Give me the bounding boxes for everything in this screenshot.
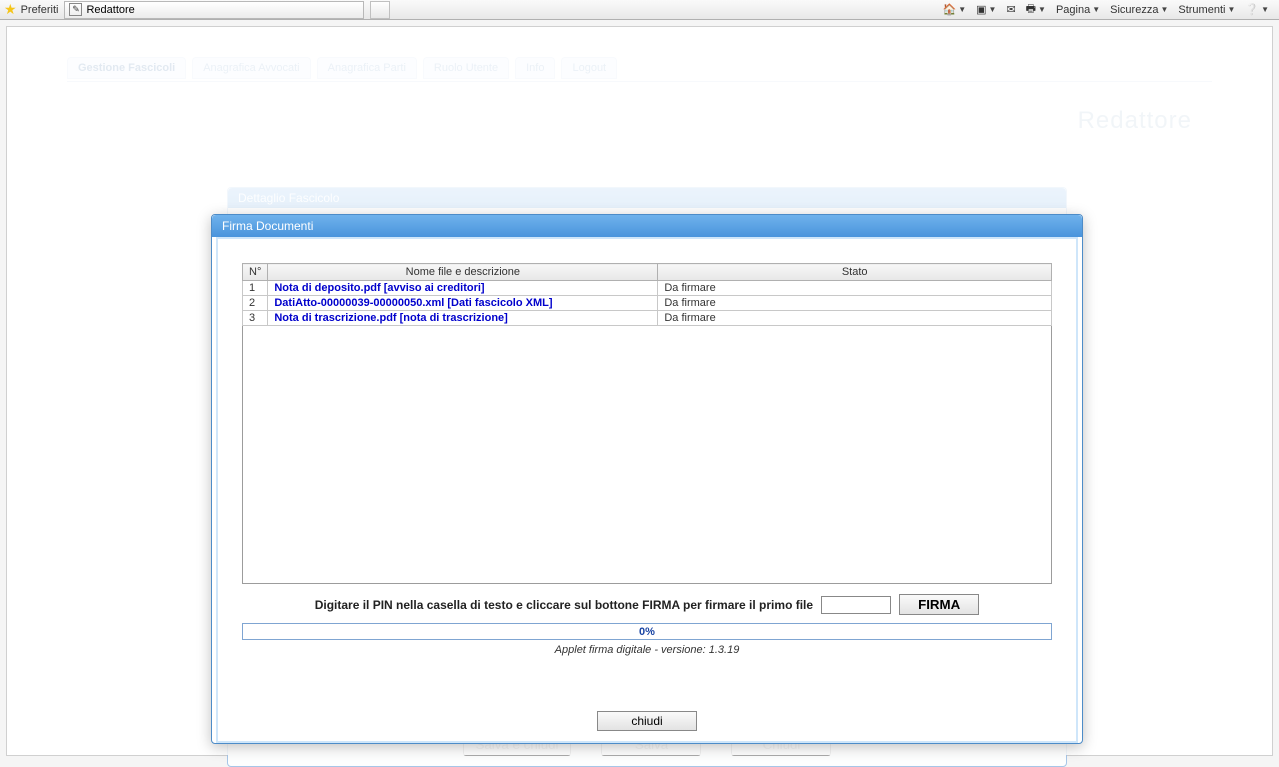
file-link[interactable]: DatiAtto-00000039-00000050.xml [Dati fas…	[274, 297, 552, 309]
app-nav-tabs: Gestione Fascicoli Anagrafica Avvocati A…	[67, 57, 1212, 82]
mail-button[interactable]: ✉	[1006, 3, 1015, 16]
security-menu[interactable]: Sicurezza▼	[1110, 4, 1168, 16]
print-icon: 🖶	[1026, 0, 1036, 19]
row-num: 2	[243, 296, 268, 311]
file-table: N° Nome file e descrizione Stato 1 Nota …	[242, 263, 1052, 326]
firma-documenti-modal: Firma Documenti N° Nome file e descrizio…	[211, 214, 1083, 744]
pin-row: Digitare il PIN nella casella di testo e…	[242, 594, 1052, 615]
home-button[interactable]: 🏠▼	[942, 3, 966, 16]
browser-toolbar: ★ Preferiti ✎ Redattore 🏠▼ ▣▼ ✉ 🖶▼ Pagin…	[0, 0, 1279, 20]
tab-logout[interactable]: Logout	[561, 57, 617, 79]
pin-input[interactable]	[821, 596, 891, 614]
row-status: Da firmare	[658, 311, 1052, 326]
row-num: 3	[243, 311, 268, 326]
row-num: 1	[243, 281, 268, 296]
tab-ruolo-utente[interactable]: Ruolo Utente	[423, 57, 509, 79]
help-button[interactable]: ❔▼	[1245, 3, 1269, 16]
table-row: 3 Nota di trascrizione.pdf [nota di tras…	[243, 311, 1052, 326]
progress-bar: 0%	[242, 623, 1052, 640]
row-status: Da firmare	[658, 296, 1052, 311]
applet-version-label: Applet firma digitale - versione: 1.3.19	[242, 644, 1052, 656]
mail-icon: ✉	[1006, 3, 1015, 16]
help-icon: ❔	[1245, 3, 1259, 16]
page-icon: ✎	[69, 3, 82, 16]
new-tab-button[interactable]	[370, 1, 390, 19]
tab-anagrafica-avvocati[interactable]: Anagrafica Avvocati	[192, 57, 310, 79]
star-icon: ★	[4, 1, 17, 18]
rss-icon: ▣	[976, 3, 986, 16]
table-row: 1 Nota di deposito.pdf [avviso ai credit…	[243, 281, 1052, 296]
modal-title: Firma Documenti	[212, 215, 1082, 237]
row-status: Da firmare	[658, 281, 1052, 296]
tab-anagrafica-parti[interactable]: Anagrafica Parti	[317, 57, 417, 79]
dettaglio-header: Dettaglio Fascicolo	[228, 188, 1066, 208]
tab-info[interactable]: Info	[515, 57, 555, 79]
firma-button[interactable]: FIRMA	[899, 594, 979, 615]
page-menu[interactable]: Pagina▼	[1056, 4, 1100, 16]
col-header-status: Stato	[658, 264, 1052, 281]
app-logo-text: Redattore	[1078, 107, 1192, 135]
home-icon: 🏠	[942, 3, 956, 16]
feeds-button[interactable]: ▣▼	[976, 3, 996, 16]
favorites-label: Preferiti	[21, 4, 59, 16]
file-link[interactable]: Nota di deposito.pdf [avviso ai creditor…	[274, 282, 484, 294]
col-header-num: N°	[243, 264, 268, 281]
command-bar: 🏠▼ ▣▼ ✉ 🖶▼ Pagina▼ Sicurezza▼ Strumenti▼…	[942, 0, 1275, 19]
file-link[interactable]: Nota di trascrizione.pdf [nota di trascr…	[274, 312, 507, 324]
table-row: 2 DatiAtto-00000039-00000050.xml [Dati f…	[243, 296, 1052, 311]
print-button[interactable]: 🖶▼	[1026, 0, 1046, 19]
modal-close-button[interactable]: chiudi	[597, 711, 697, 731]
tab-title: Redattore	[86, 4, 134, 16]
table-empty-area	[242, 326, 1052, 584]
tools-menu[interactable]: Strumenti▼	[1178, 4, 1235, 16]
tab-gestione[interactable]: Gestione Fascicoli	[67, 57, 186, 79]
pin-instruction: Digitare il PIN nella casella di testo e…	[315, 598, 813, 612]
col-header-name: Nome file e descrizione	[268, 264, 658, 281]
favorites-button[interactable]: ★ Preferiti	[4, 1, 58, 18]
browser-tab[interactable]: ✎ Redattore	[64, 1, 364, 19]
app-shell: Gestione Fascicoli Anagrafica Avvocati A…	[6, 26, 1273, 756]
